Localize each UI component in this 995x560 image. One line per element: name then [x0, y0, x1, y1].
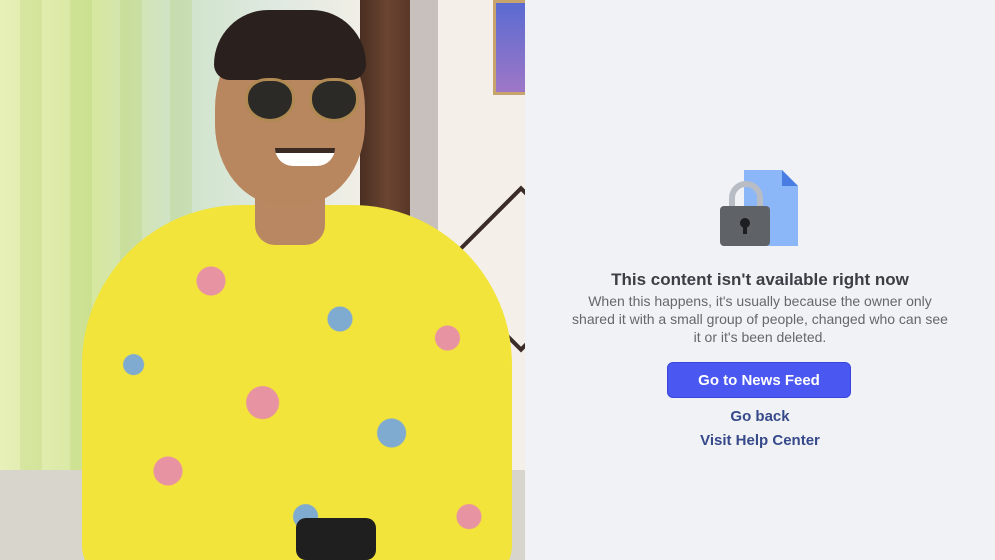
visit-help-center-link[interactable]: Visit Help Center: [525, 432, 995, 449]
viewport: This content isn't available right now W…: [0, 0, 995, 560]
go-back-link[interactable]: Go back: [525, 408, 995, 425]
error-description: When this happens, it's usually because …: [572, 293, 948, 345]
sunglasses-lens-right: [309, 78, 359, 122]
sunglasses-lens-left: [245, 78, 295, 122]
lock-document-icon: [720, 168, 800, 248]
sunglasses: [245, 78, 363, 128]
door-light: [410, 0, 438, 240]
error-title: This content isn't available right now: [611, 270, 909, 289]
curtain-stripe: [20, 0, 42, 470]
keyhole-slot: [743, 224, 747, 234]
wallet: [296, 518, 376, 560]
document-fold: [782, 170, 798, 186]
person-hair: [214, 10, 366, 80]
profile-photo: [0, 0, 525, 560]
smile: [275, 148, 335, 166]
go-to-news-feed-button[interactable]: Go to News Feed: [667, 362, 851, 398]
shirt-floral-pattern: [82, 205, 512, 560]
lock-document-svg: [720, 170, 798, 246]
wall-picture-frame: [493, 0, 525, 95]
